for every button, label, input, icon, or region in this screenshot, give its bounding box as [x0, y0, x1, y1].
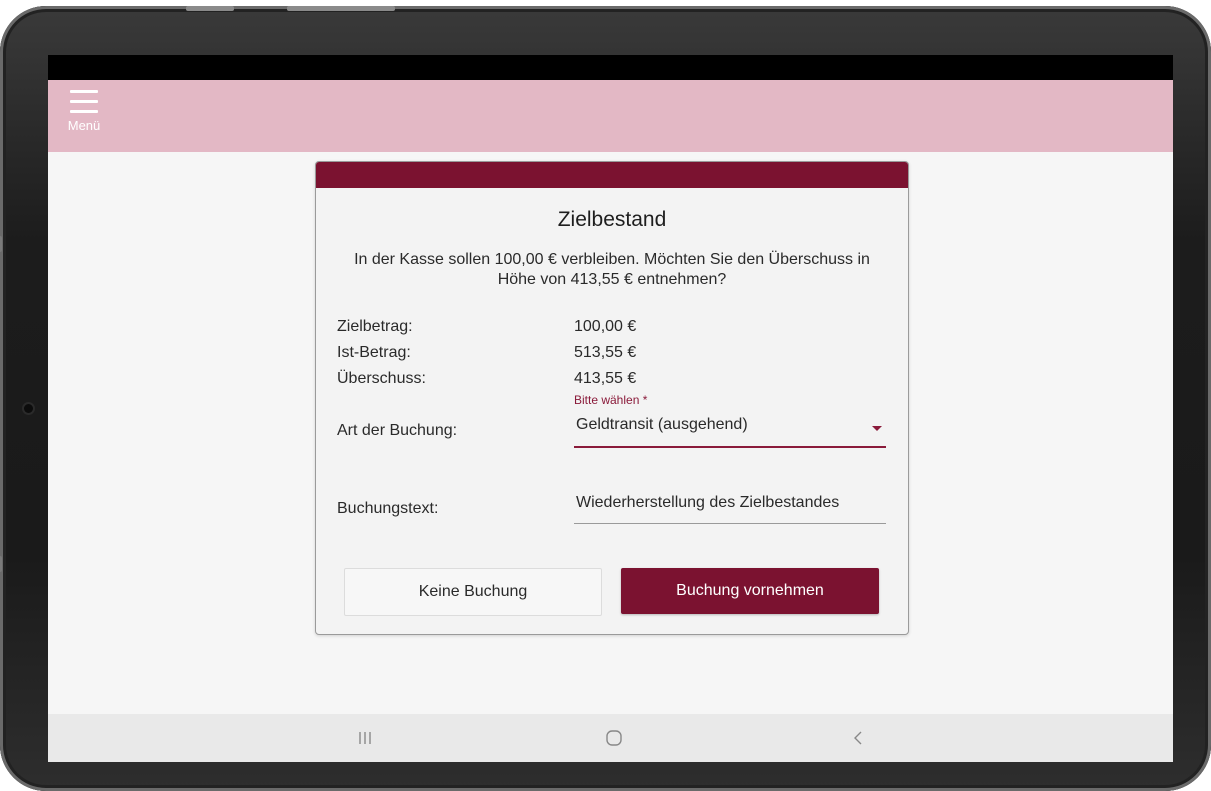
- volume-button: [186, 6, 234, 11]
- hamburger-icon: [70, 90, 98, 116]
- screen: Menü Zielbestand In der Kasse sollen 100…: [48, 55, 1173, 762]
- no-booking-button[interactable]: Keine Buchung: [344, 568, 602, 616]
- dropdown-arrow-icon: [872, 426, 882, 431]
- camera-icon: [24, 404, 33, 413]
- surplus-label: Überschuss:: [337, 370, 426, 387]
- make-booking-button[interactable]: Buchung vornehmen: [621, 568, 879, 614]
- booking-type-selected: Geldtransit (ausgehend): [576, 416, 748, 433]
- target-amount-label: Zielbetrag:: [337, 318, 413, 335]
- side-button: [0, 236, 2, 252]
- dialog-title: Zielbestand: [557, 208, 667, 231]
- app-bar: Menü: [48, 80, 1173, 152]
- booking-text-value: Wiederherstellung des Zielbestandes: [576, 494, 840, 511]
- side-button: [0, 556, 2, 572]
- actual-amount-value: 513,55 €: [574, 344, 637, 361]
- target-amount-value: 100,00 €: [574, 318, 637, 335]
- booking-text-label: Buchungstext:: [337, 500, 439, 517]
- power-button: [287, 6, 395, 11]
- booking-text-input[interactable]: Wiederherstellung des Zielbestandes: [574, 487, 886, 524]
- booking-type-select[interactable]: Geldtransit (ausgehend): [574, 408, 886, 448]
- booking-type-label: Art der Buchung:: [337, 422, 458, 439]
- menu-button[interactable]: Menü: [64, 86, 104, 144]
- home-icon[interactable]: [594, 724, 634, 752]
- surplus-value: 413,55 €: [574, 370, 637, 387]
- recents-icon[interactable]: [345, 724, 385, 752]
- dialog-header-bar: [316, 162, 908, 188]
- system-nav-bar: [48, 714, 1173, 762]
- back-icon[interactable]: [838, 724, 878, 752]
- dialog-message: In der Kasse sollen 100,00 € verbleiben.…: [354, 251, 870, 288]
- menu-label: Menü: [67, 118, 101, 133]
- actual-amount-label: Ist-Betrag:: [337, 344, 411, 361]
- tablet-frame: Menü Zielbestand In der Kasse sollen 100…: [0, 6, 1211, 791]
- status-bar: [48, 55, 1173, 80]
- target-balance-dialog: Zielbestand In der Kasse sollen 100,00 €…: [315, 161, 909, 635]
- booking-type-hint: Bitte wählen *: [574, 393, 648, 407]
